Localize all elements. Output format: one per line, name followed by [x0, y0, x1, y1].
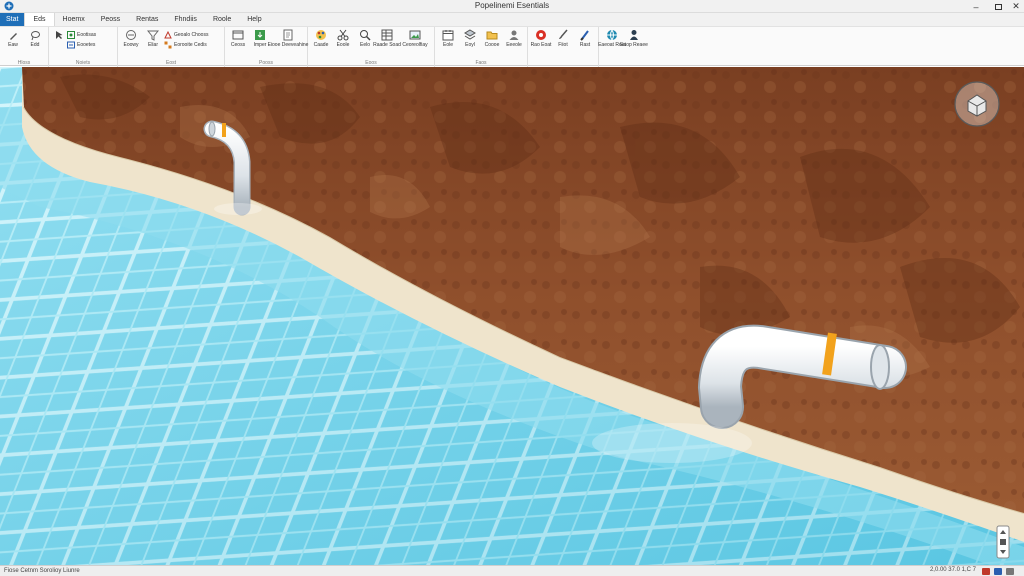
grid-icon[interactable]	[994, 568, 1002, 575]
person-icon	[628, 29, 640, 41]
palette-icon	[315, 29, 327, 41]
close-button[interactable]: ✕	[1006, 0, 1024, 13]
pencil-icon	[7, 29, 19, 41]
tab-edit[interactable]: Eds	[24, 13, 55, 26]
search-icon	[359, 29, 371, 41]
tab-render[interactable]: Rentas	[128, 13, 166, 26]
tab-help[interactable]: Help	[239, 13, 269, 26]
3d-viewport[interactable]	[0, 67, 1024, 565]
brush-icon	[557, 29, 569, 41]
geometry-icon	[164, 31, 172, 39]
cursor-icon	[53, 29, 65, 41]
node-list-icon	[67, 41, 75, 49]
image-icon	[409, 29, 421, 41]
globe-icon	[606, 29, 618, 41]
ribbon-group-holes: Eaw Edd Hloss	[0, 27, 49, 67]
coordinate-readout: 2,0.00 37.0 1,C 7	[929, 567, 976, 573]
scissors-icon	[337, 29, 349, 41]
ribbon-group-tools: Caade Eoole Eelo Raade Soad Ceoreolfiay …	[308, 27, 435, 67]
lasso-icon	[29, 29, 41, 41]
maximize-button[interactable]	[988, 0, 1008, 13]
paint-icon	[579, 29, 591, 41]
tab-file[interactable]: Stat	[0, 13, 25, 26]
render-button[interactable]: Rao Eoat	[530, 28, 552, 67]
nodes-option-2[interactable]: Eooetes	[67, 40, 115, 50]
ribbon-group-faces: Eole Eoyl Coooe Eeeole Faos	[435, 27, 528, 67]
maximize-icon	[994, 3, 1002, 10]
brush-button[interactable]: Fiiot	[552, 28, 574, 67]
paint-button[interactable]: Rast	[574, 28, 596, 67]
minimize-button[interactable]: –	[966, 0, 986, 13]
layers-icon	[464, 29, 476, 41]
ribbon-group-nodes: Eootisas Eooetes Noiets	[49, 27, 118, 67]
ribbon-group-process: Ceoss Imper Eiooe Deeveahine Pooss	[225, 27, 308, 67]
choose-geometry-option[interactable]: Geoalo Chooss	[164, 30, 222, 40]
status-text: Fiose Cetnm Sorolioy Liunre	[4, 568, 80, 574]
user-icon	[508, 29, 520, 41]
table-icon	[381, 29, 393, 41]
ribbon-group-export: Eaeoat Roat Eaop Reaee	[598, 27, 648, 67]
tab-tools[interactable]: Roole	[205, 13, 239, 26]
tab-home[interactable]: Hoemx	[55, 13, 93, 26]
folder-icon	[486, 29, 498, 41]
view-cube-icon[interactable]	[952, 79, 1002, 129]
document-icon	[282, 29, 294, 41]
ribbon-group-edit: Eoowy Eliar Geoalo Chooss Eorooite Cedis…	[118, 27, 225, 67]
filter-icon	[147, 29, 159, 41]
ribbon-group-render: Rao Eoat Fiiot Rast	[528, 27, 599, 67]
import-icon	[254, 29, 266, 41]
tab-process[interactable]: Peoss	[93, 13, 128, 26]
export-range-button[interactable]: Eaop Reaee	[620, 28, 648, 67]
calendar-icon	[442, 29, 454, 41]
app-logo-icon[interactable]	[3, 1, 15, 12]
record-icon	[535, 29, 547, 41]
ribbon-tab-bar: Stat Eds Hoemx Peoss Rentas Fhndiis Rool…	[0, 13, 1024, 26]
snap-icon[interactable]	[982, 568, 990, 575]
status-bar: Fiose Cetnm Sorolioy Liunre 2,0.00 37.0 …	[0, 565, 1024, 576]
title-bar: Popelinemi Esentials – ✕	[0, 0, 1024, 13]
node-grid-icon	[67, 31, 75, 39]
nodes-option-1[interactable]: Eootisas	[67, 30, 115, 40]
cells-icon	[164, 41, 172, 49]
settings-icon[interactable]	[1006, 568, 1014, 575]
tab-finishes[interactable]: Fhndiis	[166, 13, 205, 26]
pool-excavation-scene	[0, 67, 1024, 565]
navigation-bar-icon[interactable]	[996, 525, 1010, 559]
ribbon: Eaw Edd Hloss Eootisas Eooetes Noiets Eo…	[0, 26, 1024, 67]
window-title: Popelinemi Esentials	[474, 1, 550, 10]
composite-cells-option[interactable]: Eorooite Cedis	[164, 40, 222, 50]
window-icon	[232, 29, 244, 41]
sweep-icon	[125, 29, 137, 41]
